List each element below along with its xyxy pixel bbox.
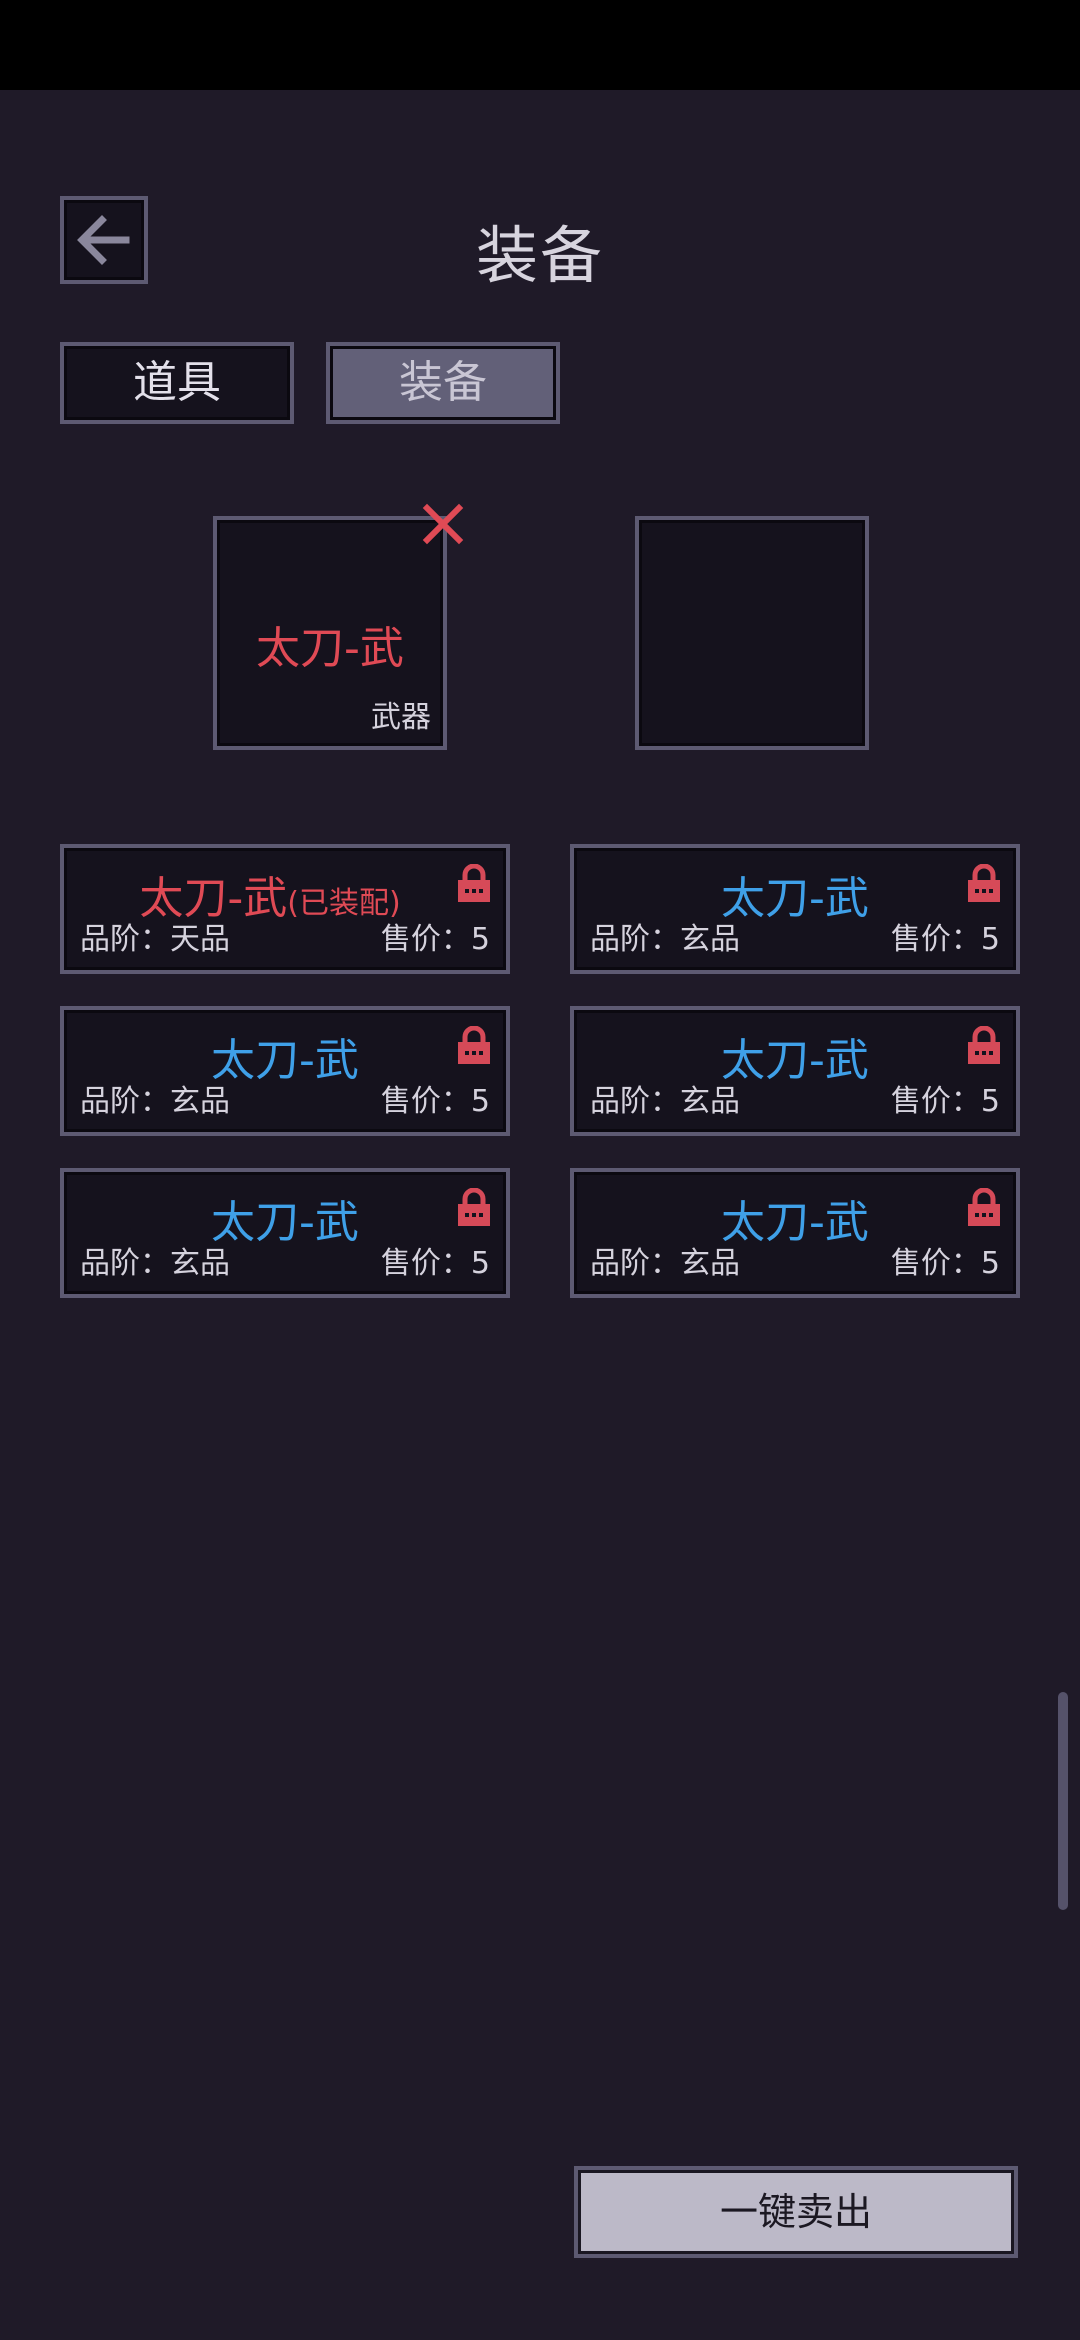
item-price: 售价：5 (890, 922, 1000, 957)
lock-icon[interactable] (456, 864, 492, 904)
item-price: 售价：5 (380, 1246, 490, 1281)
lock-icon[interactable] (456, 1026, 492, 1066)
lock-icon[interactable] (456, 1188, 492, 1228)
weapon-slot-name: 太刀-武 (256, 623, 404, 674)
lock-icon[interactable] (966, 864, 1002, 904)
weapon-slot-type: 武器 (371, 700, 431, 735)
close-icon[interactable] (421, 502, 465, 546)
item-grade: 品阶：玄品 (590, 1084, 740, 1119)
item-price: 售价：5 (380, 922, 490, 957)
lock-icon[interactable] (966, 1026, 1002, 1066)
tab-items[interactable]: 道具 (60, 342, 294, 424)
item-card[interactable]: 太刀-武(已装配) 品阶：天品 售价：5 (60, 844, 510, 974)
empty-equipment-slot[interactable] (635, 516, 869, 750)
item-card[interactable]: 太刀-武 品阶：玄品 售价：5 (570, 1006, 1020, 1136)
weapon-slot[interactable]: 太刀-武 武器 (213, 503, 464, 750)
item-grade: 品阶：玄品 (80, 1246, 230, 1281)
status-bar (0, 0, 1080, 90)
item-price: 售价：5 (890, 1084, 1000, 1119)
item-grade: 品阶：天品 (80, 922, 230, 957)
scrollbar[interactable] (1058, 1692, 1068, 1910)
tab-equipment[interactable]: 装备 (326, 342, 560, 424)
item-grade: 品阶：玄品 (80, 1084, 230, 1119)
item-grade: 品阶：玄品 (590, 1246, 740, 1281)
item-price: 售价：5 (890, 1246, 1000, 1281)
item-card[interactable]: 太刀-武 品阶：玄品 售价：5 (60, 1168, 510, 1298)
page-title: 装备 (475, 219, 604, 292)
sell-all-button[interactable]: 一键卖出 (574, 2166, 1018, 2258)
item-card[interactable]: 太刀-武 品阶：玄品 售价：5 (570, 844, 1020, 974)
item-price: 售价：5 (380, 1084, 490, 1119)
item-grade: 品阶：玄品 (590, 922, 740, 957)
lock-icon[interactable] (966, 1188, 1002, 1228)
item-card[interactable]: 太刀-武 品阶：玄品 售价：5 (60, 1006, 510, 1136)
item-card[interactable]: 太刀-武 品阶：玄品 售价：5 (570, 1168, 1020, 1298)
